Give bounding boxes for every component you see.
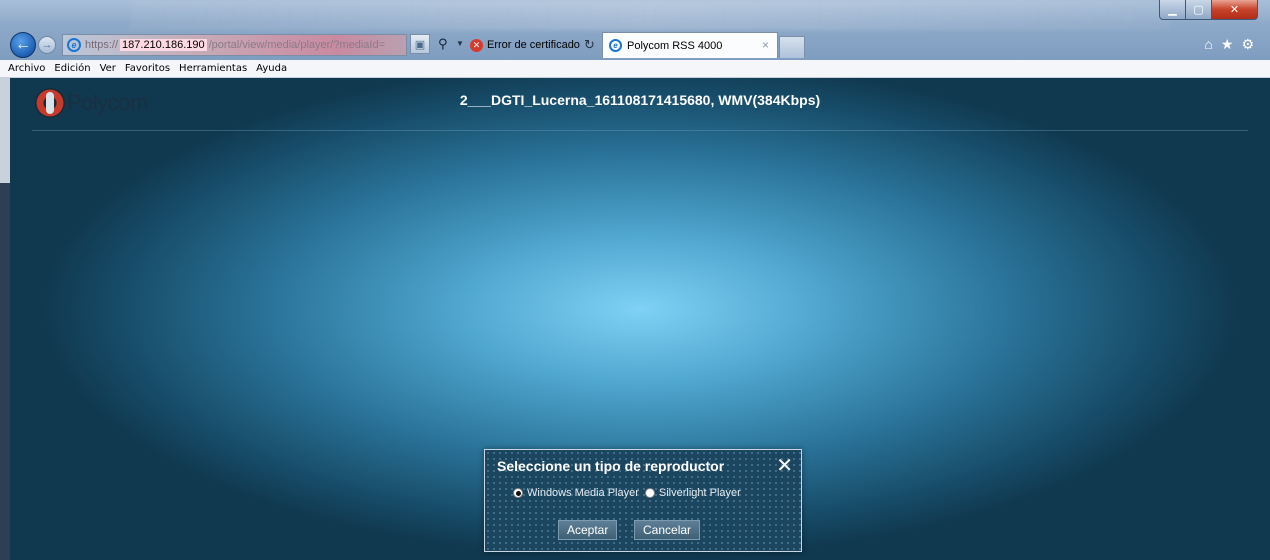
close-window-button[interactable]: ✕ — [1212, 0, 1258, 20]
star-icon[interactable]: ★ — [1221, 36, 1234, 53]
menu-favoritos[interactable]: Favoritos — [125, 63, 170, 74]
player-options: Windows Media Player Silverlight Player — [513, 487, 747, 499]
close-icon[interactable]: ✕ — [776, 453, 793, 478]
titlebar-background — [130, 0, 1170, 30]
back-arrow-icon: ← — [15, 36, 31, 53]
back-button[interactable]: ← — [10, 32, 36, 58]
chevron-down-icon[interactable]: ▼ — [456, 39, 464, 48]
ie-favicon-icon: e — [67, 38, 81, 52]
radio-windows-media-player[interactable] — [513, 488, 523, 498]
address-bar[interactable]: e https:// 187.210.186.190 /portal/view/… — [62, 34, 407, 56]
url-protocol: https:// — [85, 39, 119, 51]
header-divider — [32, 130, 1248, 131]
tab-title: Polycom RSS 4000 — [627, 39, 723, 52]
menu-herramientas[interactable]: Herramientas — [179, 63, 247, 74]
accept-button[interactable]: Aceptar — [558, 520, 618, 540]
minimize-button[interactable]: ▁ — [1159, 0, 1186, 20]
player-page: Polycom 2___DGTI_Lucerna_161108171415680… — [10, 78, 1270, 560]
navigation-row: ← → e https:// 187.210.186.190 /portal/v… — [0, 28, 1270, 60]
new-tab-button[interactable] — [779, 36, 805, 58]
refresh-icon[interactable]: ↻ — [584, 37, 595, 53]
menu-edicion[interactable]: Edición — [54, 63, 90, 74]
browser-chrome: ▁ ▢ ✕ ← → e https:// 187.210.186.190 /po… — [0, 0, 1270, 60]
option-label-windows-media-player[interactable]: Windows Media Player — [527, 487, 639, 499]
player-type-dialog: Seleccione un tipo de reproductor ✕ Wind… — [484, 449, 802, 552]
forward-arrow-icon: → — [41, 39, 53, 51]
tab-polycom[interactable]: e Polycom RSS 4000 × — [602, 32, 778, 58]
error-x-icon: ✕ — [470, 38, 483, 52]
menu-bar: Archivo Edición Ver Favoritos Herramient… — [0, 60, 1270, 78]
gear-icon[interactable]: ⚙ — [1241, 36, 1254, 53]
window-controls: ▁ ▢ ✕ — [1159, 0, 1258, 20]
search-icon[interactable]: ⚲ — [438, 36, 448, 52]
certificate-error-label: Error de certificado — [487, 39, 580, 51]
dialog-title: Seleccione un tipo de reproductor — [497, 458, 725, 474]
url-host: 187.210.186.190 — [120, 39, 207, 51]
ie-favicon-icon: e — [609, 39, 622, 52]
maximize-button[interactable]: ▢ — [1186, 0, 1212, 20]
url-path: /portal/view/media/player/?mediaId= — [208, 39, 386, 51]
certificate-error-indicator[interactable]: ✕ Error de certificado — [470, 34, 580, 56]
menu-archivo[interactable]: Archivo — [8, 63, 45, 74]
cancel-button[interactable]: Cancelar — [634, 520, 701, 540]
menu-ver[interactable]: Ver — [100, 63, 116, 74]
home-icon[interactable]: ⌂ — [1204, 36, 1212, 53]
radio-silverlight-player[interactable] — [644, 488, 655, 498]
tab-close-icon[interactable]: × — [762, 38, 769, 52]
forward-button[interactable]: → — [38, 36, 56, 54]
menu-ayuda[interactable]: Ayuda — [256, 63, 287, 74]
browser-tools: ⌂ ★ ⚙ — [1204, 36, 1254, 53]
option-label-silverlight-player[interactable]: Silverlight Player — [659, 487, 741, 499]
compatibility-view-icon[interactable]: ▣ — [410, 34, 430, 54]
media-title: 2___DGTI_Lucerna_161108171415680, WMV(38… — [459, 92, 821, 108]
page-left-edge-top — [0, 78, 10, 183]
